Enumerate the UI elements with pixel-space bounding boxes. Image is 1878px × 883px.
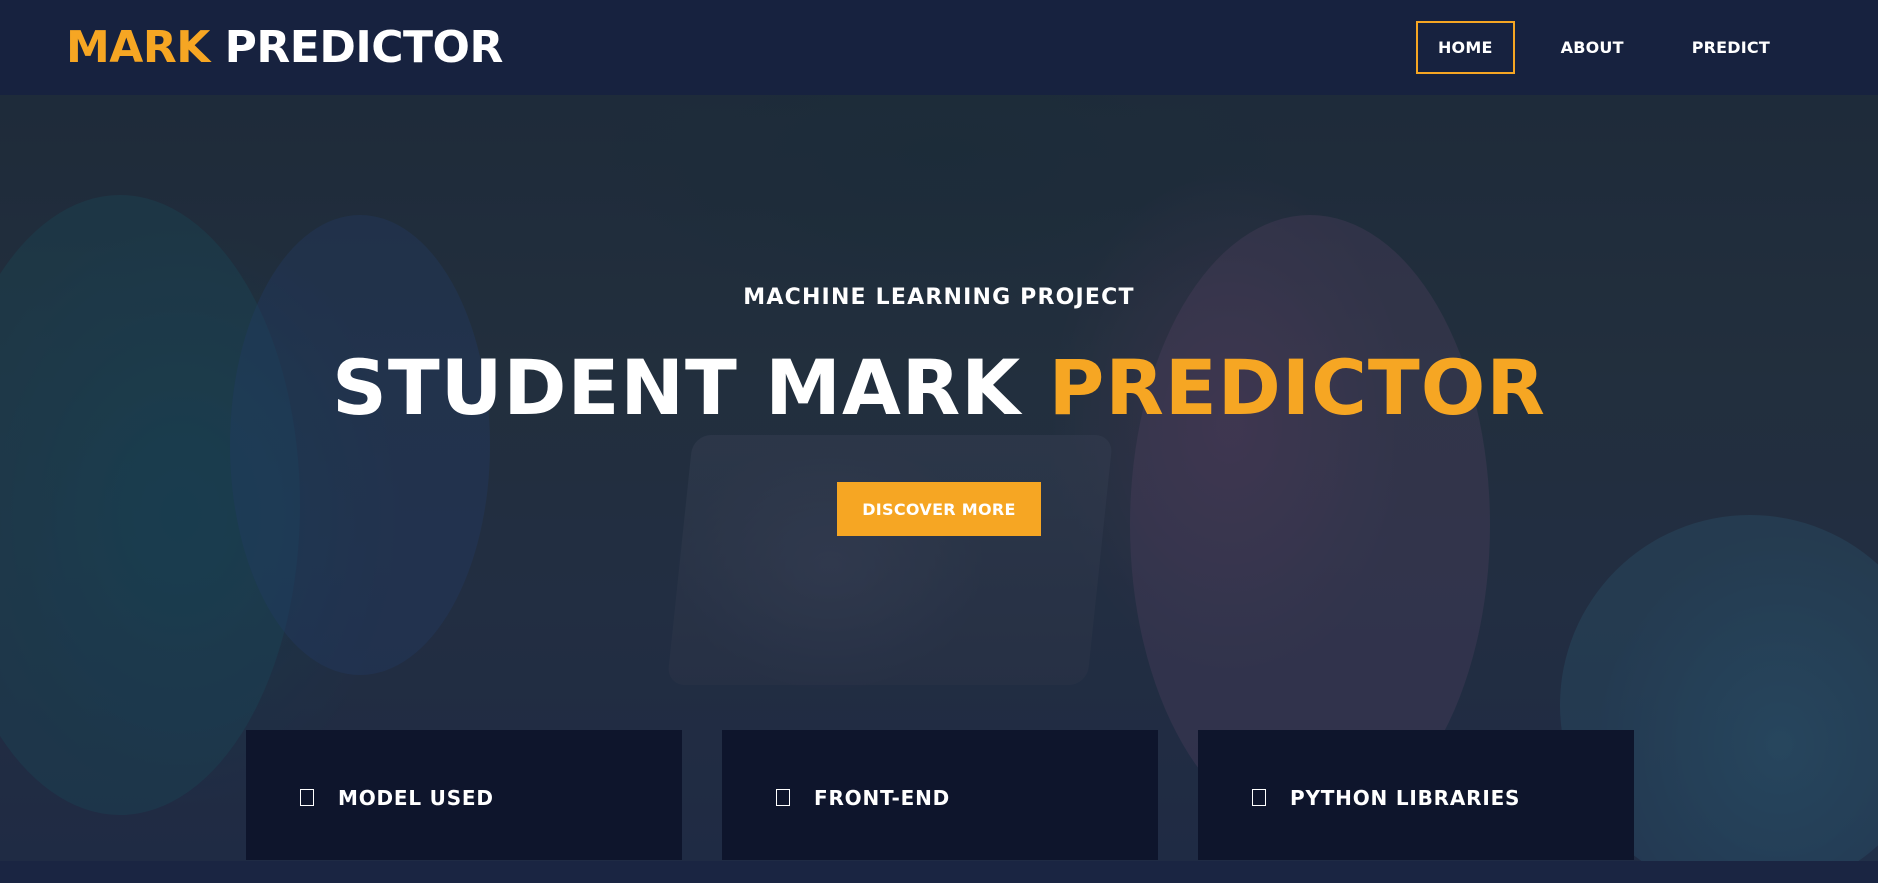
square-icon [300, 789, 314, 806]
feature-card-python-libraries[interactable]: PYTHON LIBRARIES [1198, 730, 1634, 860]
nav-item-home[interactable]: HOME [1415, 21, 1515, 74]
discover-more-button[interactable]: DISCOVER MORE [837, 482, 1041, 536]
navbar: MARK PREDICTOR HOME ABOUT PREDICT [0, 0, 1878, 95]
feature-card-model-used[interactable]: MODEL USED [246, 730, 682, 860]
hero-headline: STUDENT MARK PREDICTOR [0, 350, 1878, 426]
feature-card-front-end[interactable]: FRONT-END [722, 730, 1158, 860]
square-icon [1252, 789, 1266, 806]
brand-text: PREDICTOR [224, 21, 504, 73]
hero-headline-accent: PREDICTOR [1048, 343, 1546, 432]
square-icon [776, 789, 790, 806]
feature-card-label: PYTHON LIBRARIES [1290, 786, 1521, 810]
nav-item-about[interactable]: ABOUT [1539, 21, 1646, 74]
page-bottom-band [0, 861, 1878, 883]
brand-accent-text: MARK [66, 21, 210, 73]
feature-cards: MODEL USED FRONT-END PYTHON LIBRARIES [246, 730, 1634, 860]
feature-card-label: FRONT-END [814, 786, 951, 810]
feature-card-label: MODEL USED [338, 786, 494, 810]
hero-eyebrow: MACHINE LEARNING PROJECT [743, 285, 1135, 310]
main-nav: HOME ABOUT PREDICT [1415, 21, 1792, 74]
hero-headline-plain: STUDENT MARK [332, 343, 1049, 432]
nav-item-predict[interactable]: PREDICT [1670, 21, 1792, 74]
brand-logo[interactable]: MARK PREDICTOR [66, 25, 503, 70]
